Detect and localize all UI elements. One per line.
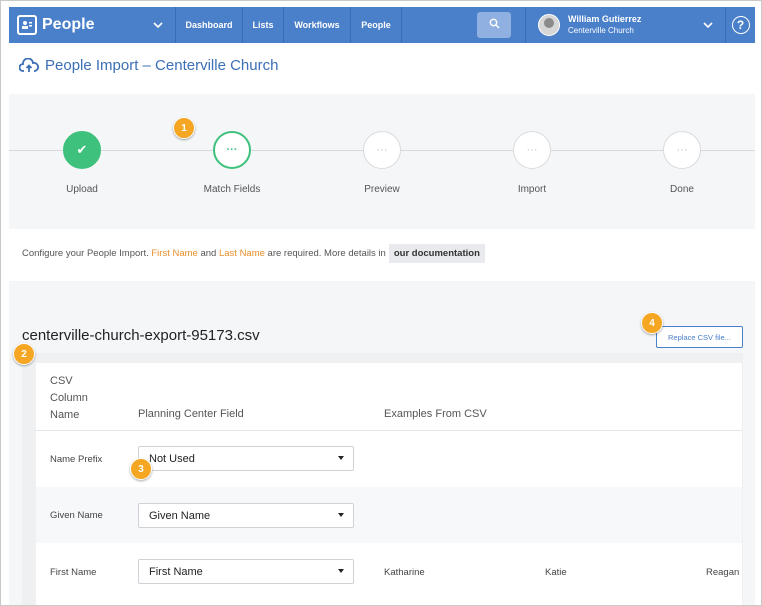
callout-badge-3: 3	[130, 458, 152, 480]
field-select-value: Not Used	[149, 452, 195, 465]
column-header-csv: CSV Column Name	[50, 375, 88, 421]
import-instructions: Configure your People Import. First Name…	[22, 244, 485, 263]
step-match-fields: ··· Match Fields	[182, 131, 282, 195]
nav-lists[interactable]: Lists	[243, 7, 284, 43]
checkmark-icon: ✔	[63, 131, 101, 169]
example-value: Reagan	[706, 567, 740, 578]
caret-down-icon	[338, 569, 344, 573]
instructions-text: are required. More details in	[267, 248, 386, 259]
instructions-text: and	[200, 248, 217, 259]
page-title: People Import – Centerville Church	[45, 57, 279, 74]
help-icon: ?	[731, 16, 750, 34]
step-label: Match Fields	[203, 184, 261, 195]
field-select-value: First Name	[149, 565, 203, 578]
table-row: First Name First Name Katharine Katie Re…	[36, 543, 742, 599]
ellipsis-icon: ···	[363, 131, 401, 169]
cloud-upload-icon	[18, 57, 39, 74]
required-field-last-name: Last Name	[218, 248, 265, 259]
callout-badge-1: 1	[173, 117, 195, 139]
caret-down-icon	[338, 456, 344, 460]
step-label: Upload	[66, 184, 98, 195]
user-name: William Gutierrez	[568, 14, 642, 24]
csv-column-name: Name Prefix	[50, 454, 103, 465]
step-import: ··· Import	[482, 131, 582, 195]
example-value: Katie	[545, 567, 567, 578]
app-switcher[interactable]: People	[9, 7, 176, 43]
step-label: Preview	[364, 184, 400, 195]
callout-badge-4: 4	[641, 312, 663, 334]
chevron-down-icon	[703, 19, 713, 31]
nav-workflows[interactable]: Workflows	[284, 7, 351, 43]
csv-column-name: Given Name	[50, 510, 103, 521]
app-window: People Dashboard Lists Workflows People …	[0, 0, 762, 606]
column-header-field: Planning Center Field	[138, 408, 244, 420]
nav-people[interactable]: People	[351, 7, 402, 43]
csv-file-name: centerville-church-export-95173.csv	[22, 327, 260, 344]
required-field-first-name: First Name	[151, 248, 198, 259]
callout-badge-2: 2	[13, 343, 35, 365]
documentation-link[interactable]: our documentation	[388, 244, 485, 263]
example-value: Katharine	[384, 567, 425, 578]
field-mapping-table: CSV Column Name Planning Center Field Ex…	[36, 363, 742, 605]
step-label: Done	[670, 184, 694, 195]
ellipsis-icon: ···	[663, 131, 701, 169]
field-select[interactable]: Given Name	[138, 503, 354, 528]
people-app-icon	[17, 15, 37, 35]
step-label: Import	[517, 184, 547, 195]
step-preview: ··· Preview	[332, 131, 432, 195]
replace-csv-button[interactable]: Replace CSV file...	[656, 326, 743, 348]
field-select[interactable]: First Name	[138, 559, 354, 584]
search-icon	[489, 16, 500, 34]
page-header: People Import – Centerville Church	[18, 57, 279, 74]
step-upload: ✔ Upload	[32, 131, 132, 195]
step-done: ··· Done	[632, 131, 732, 195]
ellipsis-icon: ···	[513, 131, 551, 169]
field-select[interactable]: Not Used	[138, 446, 354, 471]
avatar	[538, 14, 560, 36]
instructions-text: Configure your People Import.	[22, 248, 149, 259]
top-navigation: People Dashboard Lists Workflows People …	[9, 7, 755, 43]
csv-column-name: First Name	[50, 567, 97, 578]
caret-down-icon	[338, 513, 344, 517]
user-menu[interactable]: William Gutierrez Centerville Church	[526, 7, 726, 43]
column-header-examples: Examples From CSV	[384, 408, 487, 420]
brand-name: People	[42, 16, 95, 33]
user-organization: Centerville Church	[568, 26, 634, 35]
ellipsis-icon: ···	[213, 131, 251, 169]
import-stepper: ✔ Upload ··· Match Fields ··· Preview ··…	[9, 94, 755, 229]
field-select-value: Given Name	[149, 509, 211, 522]
search-button[interactable]	[477, 12, 511, 38]
chevron-down-icon	[153, 19, 163, 31]
table-row: Given Name Given Name	[36, 487, 742, 543]
nav-dashboard[interactable]: Dashboard	[176, 7, 243, 43]
help-button[interactable]: ?	[726, 7, 755, 43]
